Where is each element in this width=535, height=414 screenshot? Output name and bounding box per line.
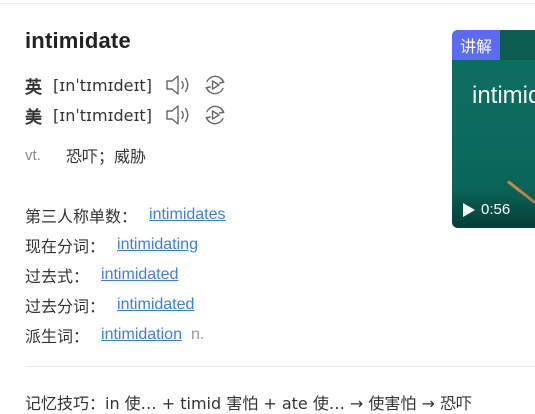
replay-icon[interactable]: [202, 72, 228, 98]
word-form-separator: ：: [89, 239, 106, 256]
video-word: intimid: [472, 82, 535, 109]
word-form-link[interactable]: intimidating: [117, 236, 198, 254]
word-form-separator: ：: [73, 329, 90, 346]
play-icon[interactable]: [462, 202, 476, 218]
pronunciation-us-label: 美: [25, 107, 42, 128]
part-of-speech: vt.: [25, 146, 41, 164]
replay-icon[interactable]: [202, 102, 228, 128]
section-divider: [25, 366, 535, 367]
word-form-label: 过去式: [25, 267, 74, 286]
pronunciation-uk: 英 [ɪnˈtɪmɪdeɪt]: [25, 72, 228, 98]
word-form-label: 过去分词: [25, 297, 90, 316]
word-form-pos: n.: [190, 326, 205, 343]
word-form-label: 派生词: [25, 327, 74, 346]
video-badge: 讲解: [452, 30, 500, 60]
top-divider: [0, 3, 535, 4]
word-form-label: 现在分词: [25, 237, 90, 256]
speaker-icon[interactable]: [164, 72, 194, 98]
pronunciation-us-phonetic: [ɪnˈtɪmɪdeɪt]: [53, 105, 152, 125]
word-form-separator: ：: [73, 269, 90, 286]
word-form-link[interactable]: intimidation: [101, 326, 182, 344]
definition-meaning: 恐吓；威胁: [66, 147, 147, 166]
word-form-link[interactable]: intimidated: [117, 296, 194, 314]
word-form-separator: ：: [121, 209, 138, 226]
word-form-separator: ：: [89, 299, 106, 316]
speaker-icon[interactable]: [164, 102, 194, 128]
word-form-row: 第三人称单数 ： intimidates: [25, 200, 226, 230]
word-form-row: 过去式 ： intimidated: [25, 260, 226, 290]
word-form-link[interactable]: intimidates: [149, 206, 225, 224]
pronunciation-us: 美 [ɪnˈtɪmɪdeɪt]: [25, 102, 228, 128]
headword: intimidate: [25, 28, 131, 53]
video-duration-text: 0:56: [481, 201, 511, 218]
video-duration[interactable]: 0:56: [462, 201, 510, 218]
explanation-video[interactable]: 讲解 intimid 0:56: [452, 30, 535, 228]
mnemonic-tip: 记忆技巧：in 使… + timid 害怕 + ate 使… → 使害怕 → 恐…: [25, 394, 472, 413]
pronunciation-uk-label: 英: [25, 77, 42, 98]
word-form-label: 第三人称单数: [25, 207, 122, 226]
word-forms: 第三人称单数 ： intimidates 现在分词 ： intimidating…: [25, 200, 226, 350]
definition: vt. 恐吓；威胁: [25, 143, 146, 167]
word-form-row: 过去分词 ： intimidated: [25, 290, 226, 320]
word-form-link[interactable]: intimidated: [101, 266, 178, 284]
word-form-row: 派生词 ： intimidation n.: [25, 320, 226, 350]
pronunciation-uk-phonetic: [ɪnˈtɪmɪdeɪt]: [53, 75, 152, 95]
word-form-row: 现在分词 ： intimidating: [25, 230, 226, 260]
